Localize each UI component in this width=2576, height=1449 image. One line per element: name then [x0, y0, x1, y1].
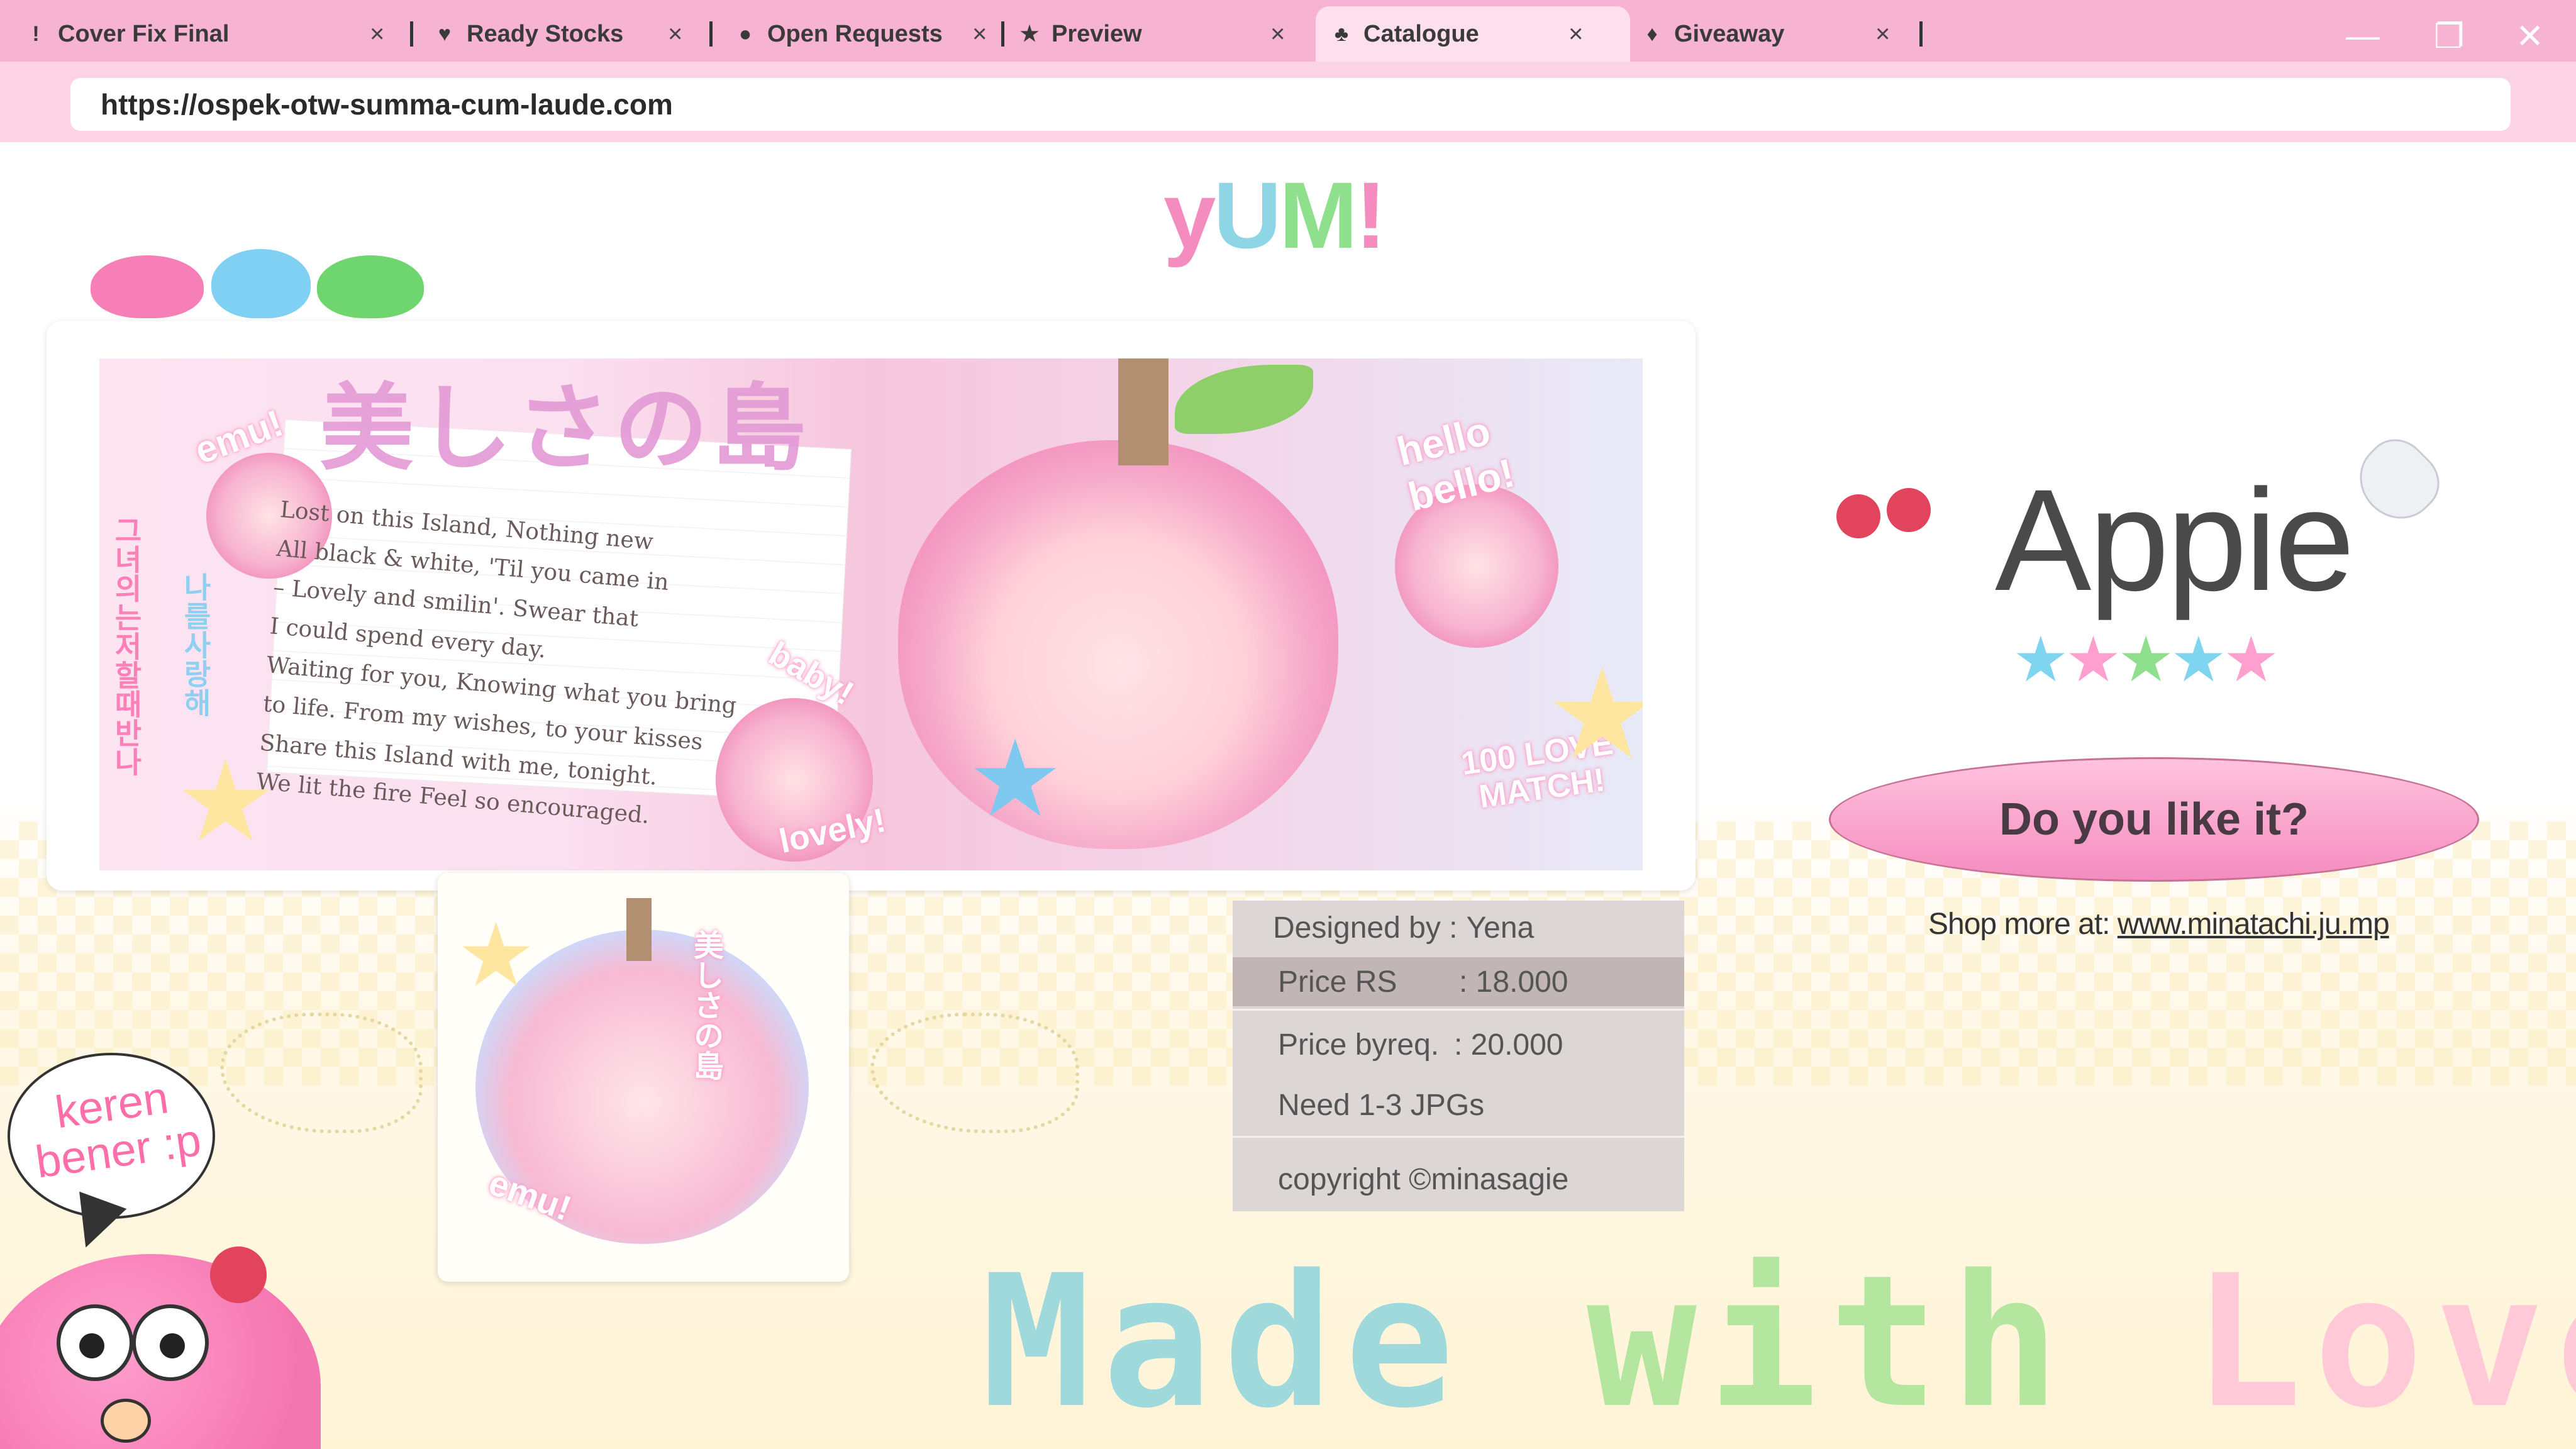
star-icon: ★: [457, 906, 536, 1004]
banner-image: 美しさの島 그녀의는저할때반나 나를사랑해 emu! Lost on this …: [99, 358, 1643, 870]
price-byreq-row: Price byreq. : 20.000: [1233, 1020, 1684, 1069]
tab-separator: [709, 21, 713, 47]
rating-stars: ★★★★★: [2012, 623, 2280, 696]
need-text: Need 1-3 JPGs: [1278, 1088, 1485, 1122]
cherry-icon: [1824, 457, 1937, 551]
tab-separator: [410, 21, 413, 47]
wing-left-icon: [220, 1013, 423, 1133]
tab-separator: [1919, 21, 1923, 47]
apple-icon: ●: [738, 21, 752, 46]
pink-blob-mascot: [0, 1254, 321, 1449]
designed-label: Designed by :: [1273, 911, 1458, 945]
cherry-icon: ♣: [1334, 21, 1349, 46]
close-icon[interactable]: ×: [1875, 20, 1890, 48]
close-window-icon[interactable]: ✕: [2516, 16, 2544, 56]
green-blob-icon: [317, 255, 424, 318]
star-icon: ★: [1019, 22, 1040, 46]
icon-sticker-card: 美しさの島 emu! ★: [438, 873, 849, 1282]
balloon-icon: ♦: [1646, 21, 1658, 46]
star-icon: ★: [967, 719, 1063, 839]
tab-cover-fix-final[interactable]: ! Cover Fix Final ×: [25, 6, 396, 62]
rating-star-icon: ★: [2170, 625, 2227, 695]
eye-icon: [57, 1304, 133, 1381]
info-panel: Designed by : Yena Price RS : 18.000 Pri…: [1233, 901, 1684, 1211]
restore-icon[interactable]: ❐: [2434, 16, 2464, 56]
tab-catalogue[interactable]: ♣ Catalogue ×: [1316, 6, 1630, 62]
diamond-heart-icon: [2344, 426, 2452, 535]
pink-blob-icon: [91, 255, 204, 318]
tab-label: Cover Fix Final: [58, 20, 230, 47]
tab-separator: [1001, 21, 1004, 47]
rating-star-icon: ★: [2118, 625, 2174, 695]
wing-right-icon: [870, 1013, 1079, 1133]
tab-giveaway[interactable]: ♦ Giveaway ×: [1641, 6, 1906, 62]
tab-label: Preview: [1052, 20, 1142, 47]
star-icon: ★: [1546, 645, 1643, 785]
rating-star-icon: ★: [2012, 625, 2069, 695]
yum-logo: yUM!: [1163, 162, 1387, 268]
shop-more-text: Shop more at: www.minatachi.ju.mp: [1928, 908, 2390, 941]
need-row: Need 1-3 JPGs: [1233, 1080, 1684, 1130]
price-rs-label: Price RS: [1278, 965, 1397, 999]
copyright-text: copyright ©minasagie: [1278, 1162, 1569, 1196]
tab-preview[interactable]: ★ Preview ×: [1019, 6, 1308, 62]
close-icon[interactable]: ×: [1270, 20, 1285, 48]
character-portrait: [898, 440, 1338, 849]
copyright-row: copyright ©minasagie: [1233, 1155, 1684, 1204]
info-divider: [1233, 1136, 1684, 1138]
tab-ready-stocks[interactable]: ♥ Ready Stocks ×: [434, 6, 698, 62]
price-rs-row: Price RS : 18.000: [1233, 957, 1684, 1006]
banner-title-jp: 美しさの島: [319, 375, 811, 481]
icon-title-jp: 美しさの島: [689, 930, 722, 1080]
designer-value: Yena: [1466, 911, 1535, 945]
like-button[interactable]: Do you like it?: [1829, 757, 2479, 882]
price-rs-value: : 18.000: [1459, 965, 1568, 999]
clip-icon: [626, 898, 652, 961]
product-name: Appie: [1995, 459, 2355, 621]
tab-label: Catalogue: [1363, 20, 1479, 47]
info-divider: [1233, 1009, 1684, 1011]
leaf-icon: [1175, 365, 1313, 434]
tab-open-requests[interactable]: ● Open Requests ×: [735, 6, 1005, 62]
rating-star-icon: ★: [2223, 625, 2280, 695]
address-bar[interactable]: https://ospek-otw-summa-cum-laude.com: [70, 78, 2511, 131]
korean-text-right: 나를사랑해: [179, 572, 212, 717]
close-icon[interactable]: ×: [1568, 20, 1583, 48]
minimize-icon[interactable]: —: [2346, 16, 2380, 55]
rating-star-icon: ★: [2065, 625, 2122, 695]
close-icon[interactable]: ×: [370, 20, 384, 48]
tab-label: Giveaway: [1674, 20, 1785, 47]
made-with-love-art: Made with Love: [981, 1236, 2576, 1448]
blue-blob-icon: [211, 249, 311, 318]
eye-icon: [132, 1304, 209, 1381]
clip-icon: [1118, 358, 1169, 465]
heart-icon: ♥: [438, 21, 452, 46]
close-icon[interactable]: ×: [668, 20, 682, 48]
korean-text-left: 그녀의는저할때반나: [110, 516, 143, 776]
tongue-icon: [101, 1399, 151, 1443]
designer-row: Designed by : Yena: [1233, 903, 1684, 952]
close-icon[interactable]: ×: [972, 20, 987, 48]
tab-label: Ready Stocks: [467, 20, 624, 47]
page: yUM! 美しさの島 그녀의는저할때반나 나를사랑해 emu! Lost on …: [0, 142, 2576, 1449]
cherry-icon: [210, 1246, 267, 1303]
sticker-hello: hello bello!: [1392, 408, 1519, 520]
price-byreq-value: : 20.000: [1454, 1028, 1563, 1062]
exclamation-icon: !: [32, 21, 40, 46]
price-byreq-label: Price byreq.: [1278, 1028, 1440, 1062]
star-icon: ★: [175, 738, 277, 865]
shop-link[interactable]: www.minatachi.ju.mp: [2118, 908, 2390, 941]
tab-label: Open Requests: [767, 20, 943, 47]
tab-bar: ! Cover Fix Final × ♥ Ready Stocks × ● O…: [0, 0, 2576, 62]
